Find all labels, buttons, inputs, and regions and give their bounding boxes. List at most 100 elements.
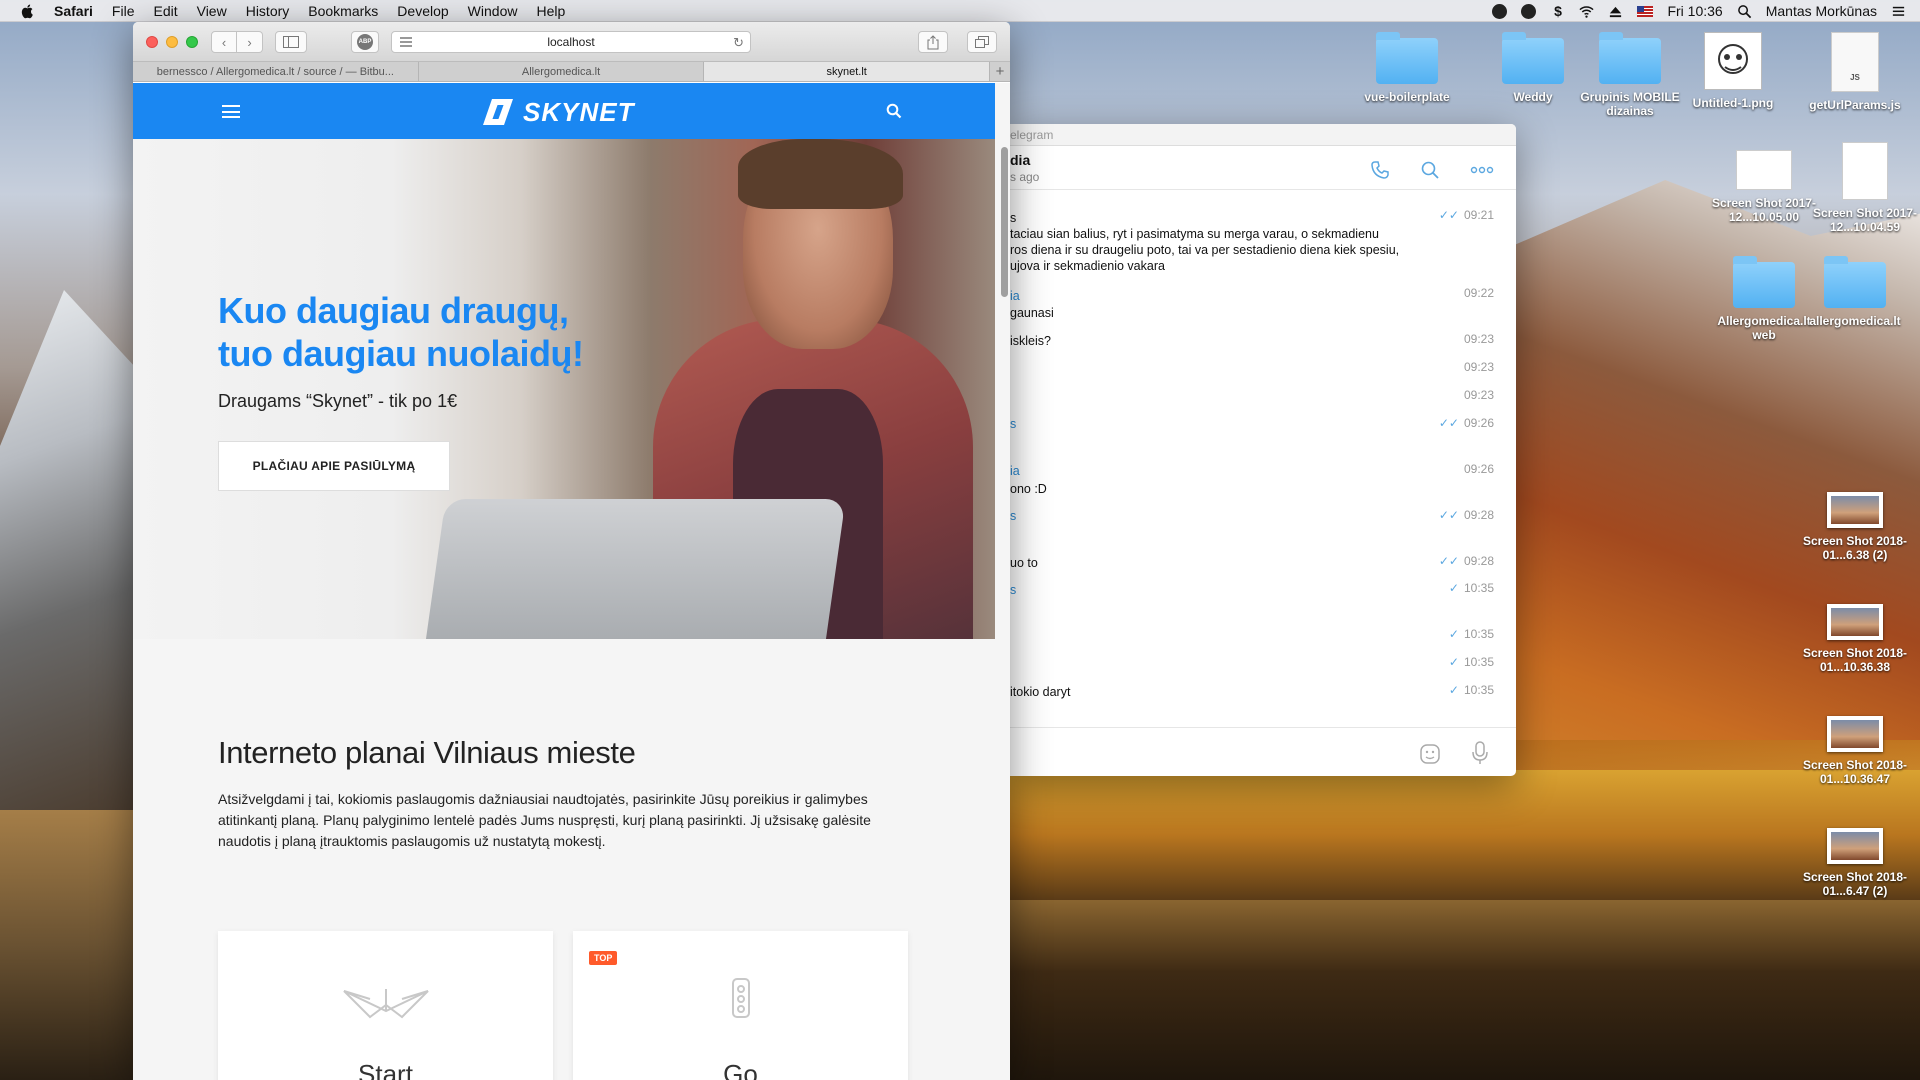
tab-bar: bernessco / Allergomedica.lt / source / …: [133, 62, 1010, 82]
safari-toolbar: ‹ › ABP localhost ↻: [133, 22, 1010, 62]
plan-card-start[interactable]: Start: [218, 931, 553, 1080]
chat-name[interactable]: dia: [1010, 152, 1030, 168]
new-tab-button[interactable]: +: [990, 62, 1010, 81]
us-flag-icon[interactable]: [1637, 5, 1654, 17]
spotlight-search-icon[interactable]: [1737, 4, 1752, 19]
menu-file[interactable]: File: [112, 3, 135, 19]
desktop-icon-screenshot-5[interactable]: Screen Shot 2018-01...10.36.47: [1800, 716, 1910, 786]
message-sender[interactable]: ia: [1010, 288, 1020, 304]
share-button[interactable]: [918, 31, 948, 53]
menu-edit[interactable]: Edit: [153, 3, 177, 19]
adblock-button[interactable]: ABP: [351, 31, 379, 53]
sidebar-icon: [283, 36, 299, 48]
tab-skynet[interactable]: skynet.lt: [704, 62, 991, 81]
site-header: SKYNET: [133, 83, 995, 139]
desktop-icon-screenshot-1[interactable]: Screen Shot 2017-12...10.05.00: [1709, 150, 1819, 224]
screenshot-file-icon: [1842, 142, 1888, 200]
message-time: 09:22: [1463, 286, 1494, 300]
message-sender[interactable]: s: [1010, 582, 1016, 598]
screenshot-thumb-icon: [1827, 828, 1883, 864]
wallpaper-trees: [1010, 770, 1920, 900]
message-sender[interactable]: s: [1010, 508, 1016, 524]
tab-bitbucket[interactable]: bernessco / Allergomedica.lt / source / …: [133, 62, 419, 81]
desktop-icon-screenshot-4[interactable]: Screen Shot 2018-01...10.36.38: [1800, 604, 1910, 674]
folder-icon: [1502, 32, 1564, 84]
hero-photo-hair: [738, 139, 903, 209]
zoom-window-button[interactable]: [186, 36, 198, 48]
notification-center-icon[interactable]: [1891, 4, 1906, 19]
menu-develop[interactable]: Develop: [397, 3, 448, 19]
forward-button[interactable]: ›: [237, 31, 263, 53]
desktop-icon-untitled-png[interactable]: Untitled-1.png: [1678, 32, 1788, 110]
desktop-icon-geturlparams[interactable]: JS getUrlParams.js: [1800, 32, 1910, 112]
close-window-button[interactable]: [146, 36, 158, 48]
skynet-logo[interactable]: SKYNET: [483, 97, 634, 127]
desktop-icon-vue-boilerplate[interactable]: vue-boilerplate: [1352, 32, 1462, 104]
user-name[interactable]: Mantas Morkūnas: [1766, 3, 1877, 19]
desktop-icon-screenshot-6[interactable]: Screen Shot 2018-01...6.47 (2): [1800, 828, 1910, 898]
message-sender[interactable]: ia: [1010, 463, 1020, 479]
sent-check-icon: ✓: [1448, 655, 1459, 669]
desktop-icon-screenshot-2[interactable]: Screen Shot 2017-12...10.04.59: [1810, 142, 1920, 234]
phone-call-icon[interactable]: [1370, 160, 1390, 180]
message-text: s: [1010, 211, 1017, 225]
plan-card-go[interactable]: TOP Go: [573, 931, 908, 1080]
wallpaper-shore: [0, 810, 140, 1080]
menu-view[interactable]: View: [197, 3, 227, 19]
reader-view-icon[interactable]: [400, 37, 412, 47]
desktop-icon-screenshot-3[interactable]: Screen Shot 2018-01...6.38 (2): [1800, 492, 1910, 562]
apple-icon[interactable]: [20, 3, 36, 19]
window-controls: [146, 36, 198, 48]
reload-icon[interactable]: ↻: [733, 35, 744, 51]
desktop-icon-grupinis[interactable]: Grupinis MOBILE dizainas: [1575, 32, 1685, 118]
address-bar[interactable]: localhost ↻: [391, 31, 751, 53]
folder-icon: [1824, 256, 1886, 308]
more-options-icon[interactable]: [1470, 160, 1494, 180]
menu-history[interactable]: History: [246, 3, 290, 19]
clock[interactable]: Fri 10:36: [1667, 3, 1722, 19]
sent-check-icon: ✓: [1448, 627, 1459, 641]
tab-allergomedica[interactable]: Allergomedica.lt: [419, 62, 705, 81]
telegram-title: elegram: [1010, 127, 1054, 142]
chat-status: s ago: [1010, 170, 1040, 184]
message-compose-bar[interactable]: [1010, 727, 1516, 776]
menu-bar: Safari File Edit View History Bookmarks …: [0, 0, 1920, 22]
microphone-icon[interactable]: [1470, 740, 1490, 766]
message-text: ono :D: [1010, 482, 1047, 496]
show-tabs-button[interactable]: [967, 31, 997, 53]
safari-window: ‹ › ABP localhost ↻ bernessco / Allergom…: [133, 22, 1010, 1080]
message-text: ujova ir sekmadienio vakara: [1010, 259, 1165, 273]
back-button[interactable]: ‹: [211, 31, 237, 53]
desktop-icon-allergomedica[interactable]: allergomedica.lt: [1800, 256, 1910, 328]
message-time: 09:26: [1463, 462, 1494, 476]
wifi-icon[interactable]: [1579, 4, 1595, 19]
creative-cloud-icon[interactable]: [1521, 3, 1537, 19]
minimize-window-button[interactable]: [166, 36, 178, 48]
page-scrollbar[interactable]: [1001, 147, 1008, 297]
telegram-titlebar[interactable]: elegram: [1010, 124, 1516, 146]
skype-icon[interactable]: [1492, 3, 1508, 19]
status-area: $ Fri 10:36 Mantas Morkūnas: [1492, 0, 1906, 22]
adblock-icon: ABP: [357, 34, 373, 50]
message-time: 09:23: [1463, 388, 1494, 402]
menu-safari[interactable]: Safari: [54, 3, 93, 19]
offer-details-button[interactable]: PLAČIAU APIE PASIŪLYMĄ: [218, 441, 450, 491]
url-text[interactable]: localhost: [547, 35, 594, 49]
eject-icon[interactable]: [1608, 4, 1623, 19]
menu-window[interactable]: Window: [468, 3, 518, 19]
desktop-icon-weddy[interactable]: Weddy: [1478, 32, 1588, 104]
menu-bookmarks[interactable]: Bookmarks: [308, 3, 378, 19]
hamburger-menu-icon[interactable]: [222, 105, 240, 118]
chat-header: dia s ago: [1010, 146, 1516, 190]
message-time: ✓✓ 09:21: [1438, 208, 1494, 222]
dollar-icon[interactable]: $: [1550, 3, 1565, 19]
menu-help[interactable]: Help: [536, 3, 565, 19]
search-icon[interactable]: [1420, 160, 1440, 180]
search-icon[interactable]: [886, 103, 902, 119]
emoji-sticker-icon[interactable]: [1418, 742, 1442, 766]
screenshot-thumb-icon: [1827, 604, 1883, 640]
sidebar-toggle-button[interactable]: [275, 31, 307, 53]
plans-title: Interneto planai Vilniaus mieste: [218, 735, 636, 770]
message-sender[interactable]: s: [1010, 416, 1016, 432]
message-text: itokio daryt: [1010, 685, 1071, 699]
